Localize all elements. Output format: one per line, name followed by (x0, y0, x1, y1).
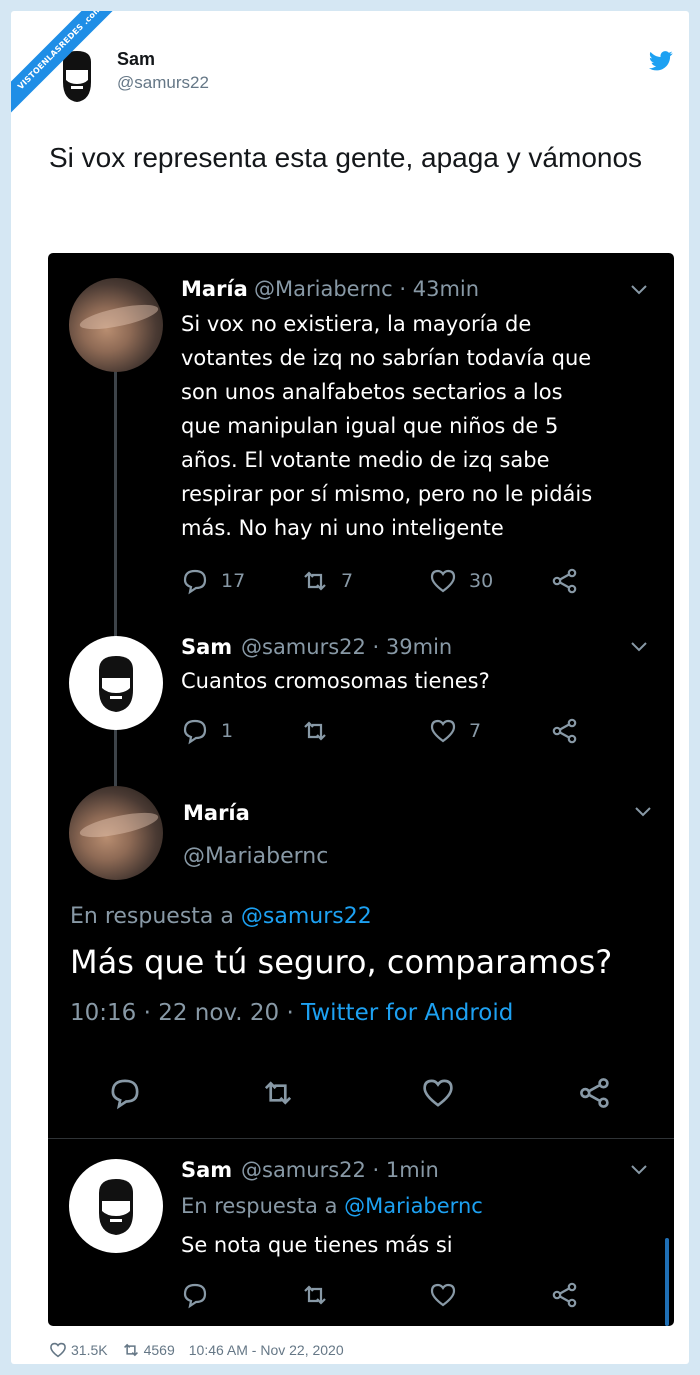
retweet-button[interactable] (261, 1078, 295, 1108)
share-button[interactable] (551, 1280, 579, 1310)
reply-icon (111, 1079, 139, 1110)
reply-button[interactable] (108, 1078, 142, 1110)
retweet-button[interactable]: 7 (301, 566, 353, 596)
main-name[interactable]: María (183, 801, 250, 825)
main-reply-to: En respuesta a @samurs22 (70, 904, 372, 929)
retweet-icon (123, 1343, 138, 1357)
t1-line: son unos analfabetos sectarios a los (181, 380, 563, 404)
retweet-button[interactable] (301, 716, 329, 746)
footer-retweet-count: 4569 (143, 1342, 175, 1358)
author-handle[interactable]: @samurs22 (117, 73, 209, 93)
reply-prefix: En respuesta a (70, 904, 241, 929)
sam-avatar[interactable] (69, 636, 163, 730)
heart-icon (430, 569, 456, 593)
sam-avatar[interactable] (69, 1159, 163, 1253)
retweet-count: 7 (341, 570, 354, 592)
t4-text: Se nota que tienes más si (181, 1233, 453, 1257)
t1-line: que manipulan igual que niños de 5 (181, 414, 559, 438)
tweet-text: Si vox representa esta gente, apaga y vá… (49, 142, 643, 173)
reply-count: 1 (221, 720, 234, 742)
like-button[interactable]: 30 (429, 566, 493, 596)
main-text: Más que tú seguro, comparamos? (70, 943, 613, 981)
heart-icon (50, 1342, 66, 1358)
share-icon (552, 1282, 577, 1308)
maria-avatar[interactable] (69, 786, 163, 880)
reply-button[interactable]: 17 (181, 566, 245, 596)
like-count: 30 (469, 570, 494, 592)
t1-line: años. El votante medio de izq sabe (181, 448, 550, 472)
heart-icon (423, 1079, 453, 1107)
main-handle[interactable]: @Mariabernc (183, 844, 328, 869)
chevron-down-icon[interactable] (631, 285, 647, 295)
t1-text: Si vox no existiera, la mayoría de votan… (181, 307, 661, 545)
chevron-down-icon[interactable] (635, 807, 651, 817)
share-button[interactable] (551, 716, 579, 746)
footer-retweets[interactable]: 4569 (122, 1341, 175, 1359)
scrollbar[interactable] (665, 1238, 669, 1326)
reply-count: 17 (221, 570, 246, 592)
chevron-down-icon[interactable] (631, 1165, 647, 1175)
divider (48, 1138, 674, 1139)
share-button[interactable] (551, 566, 579, 596)
watermark-ribbon: VISTOENLASREDES .com (11, 11, 121, 121)
embedded-screenshot: María @Mariabernc · 43min Si vox no exis… (48, 253, 674, 1326)
reply-button[interactable] (181, 1280, 209, 1310)
tweet-footer: 31.5K 4569 10:46 AM - Nov 22, 2020 (49, 1341, 358, 1359)
t1-line: respirar por sí mismo, pero no le pidáis (181, 482, 593, 506)
share-icon (552, 568, 577, 594)
main-timestamp-row: 10:16 · 22 nov. 20 · Twitter for Android (70, 1000, 513, 1026)
t4-name[interactable]: Sam (181, 1158, 232, 1182)
like-button[interactable]: 7 (429, 716, 481, 746)
retweet-icon (304, 571, 326, 591)
share-icon (580, 1078, 609, 1108)
main-actions (108, 1078, 628, 1114)
like-button[interactable] (429, 1280, 457, 1310)
twitter-bird-icon[interactable] (649, 51, 673, 71)
reply-button[interactable]: 1 (181, 716, 233, 746)
reply-mention-link[interactable]: @Mariabernc (344, 1194, 483, 1218)
like-count: 7 (469, 720, 482, 742)
t4-meta: @samurs22 · 1min (241, 1158, 439, 1182)
t4-actions (181, 1280, 581, 1310)
source-link[interactable]: Twitter for Android (301, 1000, 513, 1026)
t4-reply-to: En respuesta a @Mariabernc (181, 1194, 483, 1218)
share-icon (552, 718, 577, 744)
heart-icon (430, 719, 456, 743)
t1-line: más. No hay ni uno inteligente (181, 516, 504, 540)
maria-avatar[interactable] (69, 278, 163, 372)
retweet-icon (304, 1285, 326, 1305)
reply-prefix: En respuesta a (181, 1194, 345, 1218)
footer-like-count: 31.5K (71, 1342, 108, 1358)
share-button[interactable] (578, 1078, 612, 1108)
reply-icon (183, 1283, 207, 1309)
main-timestamp: 10:16 · 22 nov. 20 · (70, 1000, 302, 1026)
footer-timestamp[interactable]: 10:46 AM - Nov 22, 2020 (189, 1342, 344, 1358)
like-button[interactable] (421, 1078, 455, 1108)
t1-line: votantes de izq no sabrían todavía que (181, 346, 592, 370)
reply-mention-link[interactable]: @samurs22 (241, 904, 372, 929)
reply-icon (183, 719, 207, 745)
t2-text: Cuantos cromosomas tienes? (181, 669, 490, 693)
t2-meta: @samurs22 · 39min (241, 635, 453, 659)
footer-likes[interactable]: 31.5K (49, 1341, 108, 1359)
t1-name[interactable]: María (181, 277, 248, 301)
reply-icon (183, 569, 207, 595)
watermark-text: VISTOENLASREDES .com (11, 11, 121, 116)
tweet-card: VISTOENLASREDES .com Sam @samurs22 Si vo… (11, 11, 689, 1364)
heart-icon (430, 1283, 456, 1307)
author-name[interactable]: Sam (117, 49, 155, 70)
chevron-down-icon[interactable] (631, 642, 647, 652)
retweet-icon (304, 721, 326, 741)
retweet-icon (264, 1081, 292, 1105)
t2-actions: 1 7 (181, 716, 581, 746)
t1-actions: 17 7 30 (181, 566, 581, 596)
retweet-button[interactable] (301, 1280, 329, 1310)
bearded-man-avatar-icon (99, 656, 133, 712)
t2-name[interactable]: Sam (181, 635, 232, 659)
bearded-man-avatar-icon (99, 1179, 133, 1235)
t1-line: Si vox no existiera, la mayoría de (181, 312, 532, 336)
t1-meta: @Mariabernc · 43min (254, 277, 480, 301)
